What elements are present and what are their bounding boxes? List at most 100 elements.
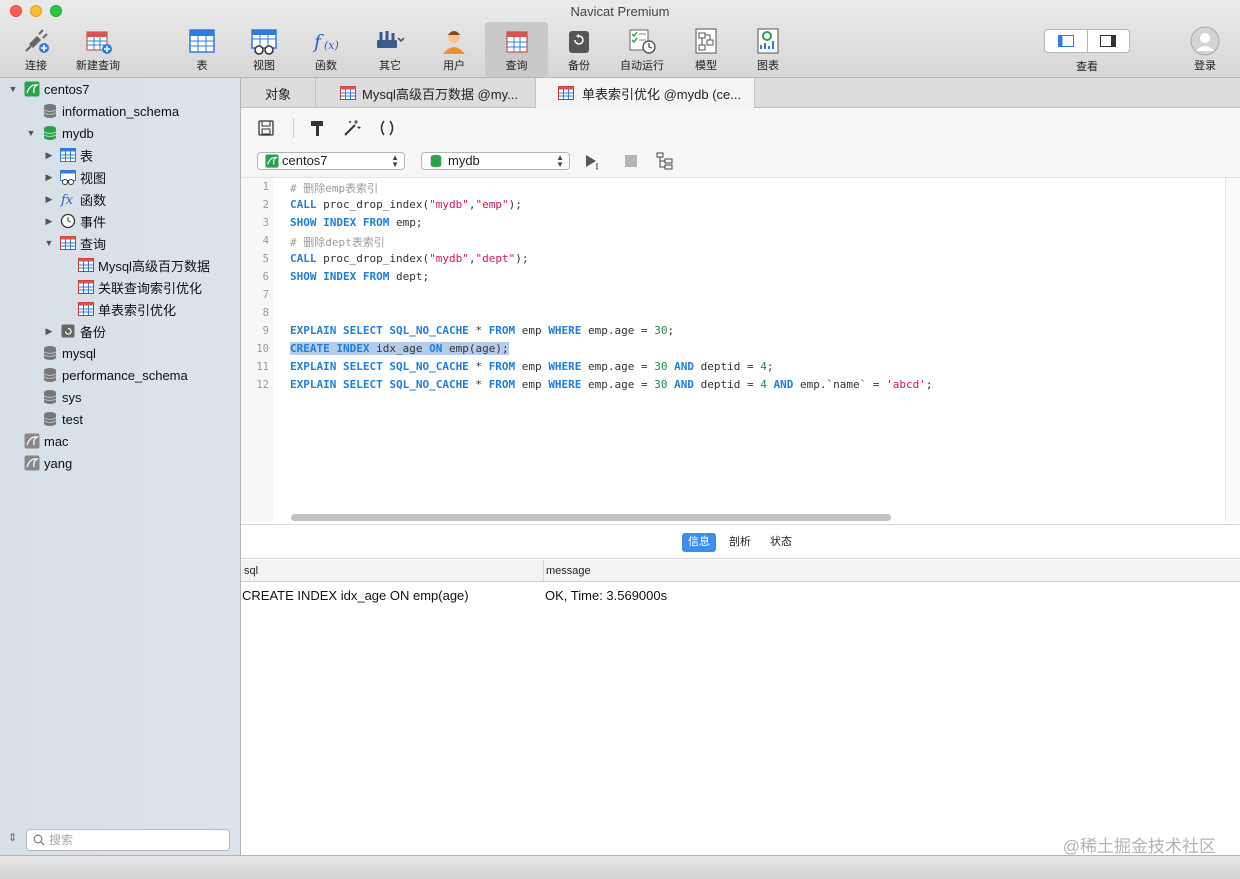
search-input[interactable] (49, 832, 225, 848)
result-table-header: sql message (241, 560, 1240, 582)
code-line[interactable]: SHOW INDEX FROM emp; (290, 216, 422, 232)
tree-item-performance-schema[interactable]: performance_schema (0, 364, 240, 386)
table-icon (60, 148, 76, 162)
toolbar-view-button[interactable]: 视图 (238, 22, 290, 77)
mysql-connection-icon (265, 154, 279, 168)
tree-item-test[interactable]: test (0, 408, 240, 430)
tree-item-views[interactable]: ▶ 视图 (0, 166, 240, 188)
tab-query-mysql-million[interactable]: Mysql高级百万数据 @my... (316, 78, 536, 108)
code-snippet-icon[interactable] (378, 119, 396, 137)
view-icon (251, 29, 277, 55)
toolbar-backup-button[interactable]: 备份 (553, 22, 605, 77)
user-icon (443, 31, 465, 54)
toolbar-query-button[interactable]: 查询 (485, 22, 548, 77)
tree-item-events[interactable]: ▶ 事件 (0, 210, 240, 232)
code-line[interactable]: EXPLAIN SELECT SQL_NO_CACHE * FROM emp W… (290, 378, 933, 394)
result-tab-profile[interactable]: 剖析 (723, 533, 757, 552)
code-line[interactable]: EXPLAIN SELECT SQL_NO_CACHE * FROM emp W… (290, 324, 674, 340)
sidebar-layout-icon[interactable] (1045, 30, 1087, 52)
disclosure-collapsed-icon[interactable]: ▶ (44, 216, 54, 226)
toolbar-automation-button[interactable]: 自动运行 (613, 22, 671, 77)
sort-order-icon[interactable]: ⇕ (8, 831, 17, 844)
connection-select[interactable]: centos7 ▲ ▼ (257, 152, 405, 170)
column-header-sql[interactable]: sql (244, 565, 258, 577)
tree-item-centos7[interactable]: ▼ centos7 (0, 78, 240, 100)
code-line[interactable]: CALL proc_drop_index("mydb","dept"); (290, 252, 528, 268)
sidebar-search-box[interactable] (26, 829, 230, 851)
toolbar-chart-button[interactable]: 图表 (742, 22, 794, 77)
code-line[interactable]: # 删除dept表索引 (290, 234, 385, 250)
column-header-message[interactable]: message (546, 565, 591, 577)
disclosure-collapsed-icon[interactable]: ▶ (44, 194, 54, 204)
result-cell-message: OK, Time: 3.569000s (545, 588, 668, 603)
mysql-connection-icon (24, 455, 40, 471)
result-tab-status[interactable]: 状态 (764, 533, 798, 552)
database-select[interactable]: mydb ▲ ▼ (421, 152, 570, 170)
disclosure-collapsed-icon[interactable]: ▶ (44, 150, 54, 160)
disclosure-collapsed-icon[interactable]: ▶ (44, 172, 54, 182)
editor-vertical-scrollbar[interactable] (1225, 178, 1240, 522)
model-icon (695, 28, 717, 54)
detail-pane-layout-icon[interactable] (1086, 30, 1130, 52)
tab-query-single-table-index[interactable]: 单表索引优化 @mydb (ce... (536, 78, 755, 108)
tree-item-sys[interactable]: sys (0, 386, 240, 408)
tree-item-tables[interactable]: ▶ 表 (0, 144, 240, 166)
tree-item-mysql[interactable]: mysql (0, 342, 240, 364)
toolbar-user-button[interactable]: 用户 (428, 22, 480, 77)
tree-item-queries[interactable]: ▼ 查询 (0, 232, 240, 254)
tree-item-query-mysql-million[interactable]: Mysql高级百万数据 (0, 254, 240, 276)
beautify-wand-icon[interactable] (343, 119, 361, 137)
connection-plug-icon (25, 29, 49, 53)
tree-item-mydb[interactable]: ▼ mydb (0, 122, 240, 144)
database-icon (43, 390, 57, 404)
disclosure-expanded-icon[interactable]: ▼ (26, 128, 36, 138)
disclosure-collapsed-icon[interactable]: ▶ (44, 326, 54, 336)
disclosure-expanded-icon[interactable]: ▼ (8, 84, 18, 94)
tab-bar: 对象 Mysql高级百万数据 @my... 单表索引优化 @mydb (ce..… (241, 78, 1240, 108)
query-icon (78, 302, 94, 316)
database-icon (43, 104, 57, 118)
save-icon[interactable] (257, 119, 275, 137)
database-icon (43, 412, 57, 426)
sql-editor[interactable]: 1 2 3 4 5 6 7 8 9 10 11 12 # 删除emp表索引 CAL… (241, 178, 1225, 522)
tree-item-yang[interactable]: yang (0, 452, 240, 474)
toolbar-others-button[interactable]: 其它 (362, 22, 418, 77)
run-query-icon[interactable] (584, 152, 602, 170)
tree-item-query-join-index[interactable]: 关联查询索引优化 (0, 276, 240, 298)
line-number-gutter: 1 2 3 4 5 6 7 8 9 10 11 12 (241, 178, 273, 522)
code-line[interactable]: CALL proc_drop_index("mydb","emp"); (290, 198, 522, 214)
toolbar-model-button[interactable]: 模型 (680, 22, 732, 77)
toolbar-function-button[interactable]: f (x) 函数 (300, 22, 352, 77)
toolbar-table-button[interactable]: 表 (176, 22, 228, 77)
table-row[interactable]: CREATE INDEX idx_age ON emp(age) OK, Tim… (241, 585, 1240, 607)
toolbar-login-button[interactable]: 登录 (1180, 22, 1230, 77)
query-toolbar: centos7 ▲ ▼ mydb ▲ ▼ (241, 108, 1240, 178)
view-layout-toggle[interactable] (1044, 29, 1130, 53)
query-builder-hammer-icon[interactable] (308, 119, 326, 137)
code-line[interactable]: CREATE INDEX idx_age ON emp(age); (290, 342, 509, 358)
tree-item-backups[interactable]: ▶ 备份 (0, 320, 240, 342)
column-divider[interactable] (543, 560, 544, 582)
tree-item-query-single-table-index[interactable]: 单表索引优化 (0, 298, 240, 320)
disclosure-expanded-icon[interactable]: ▼ (44, 238, 54, 248)
tab-objects[interactable]: 对象 (241, 78, 316, 108)
search-icon (33, 834, 45, 846)
table-icon (189, 29, 215, 53)
title-toolbar: Navicat Premium 连接 新建查询 表 视图 f (x) 函数 其它… (0, 0, 1240, 78)
code-line[interactable]: EXPLAIN SELECT SQL_NO_CACHE * FROM emp W… (290, 360, 774, 376)
tree-item-information-schema[interactable]: information_schema (0, 100, 240, 122)
toolbar-connection-button[interactable]: 连接 (10, 22, 62, 77)
stop-query-icon[interactable] (622, 152, 640, 170)
tree-item-functions[interactable]: ▶ fx 函数 (0, 188, 240, 210)
code-line[interactable]: SHOW INDEX FROM dept; (290, 270, 429, 286)
view-label: 查看 (1076, 61, 1098, 73)
tree-item-mac[interactable]: mac (0, 430, 240, 452)
watermark: @稀土掘金技术社区 (1062, 837, 1216, 856)
query-icon (78, 280, 94, 294)
toolbar-new-query-button[interactable]: 新建查询 (72, 22, 124, 77)
result-tab-info[interactable]: 信息 (682, 533, 716, 552)
explain-plan-icon[interactable] (656, 152, 674, 170)
code-line[interactable]: # 删除emp表索引 (290, 180, 378, 196)
svg-text:fx: fx (60, 193, 74, 207)
editor-horizontal-scrollbar[interactable] (291, 514, 891, 521)
